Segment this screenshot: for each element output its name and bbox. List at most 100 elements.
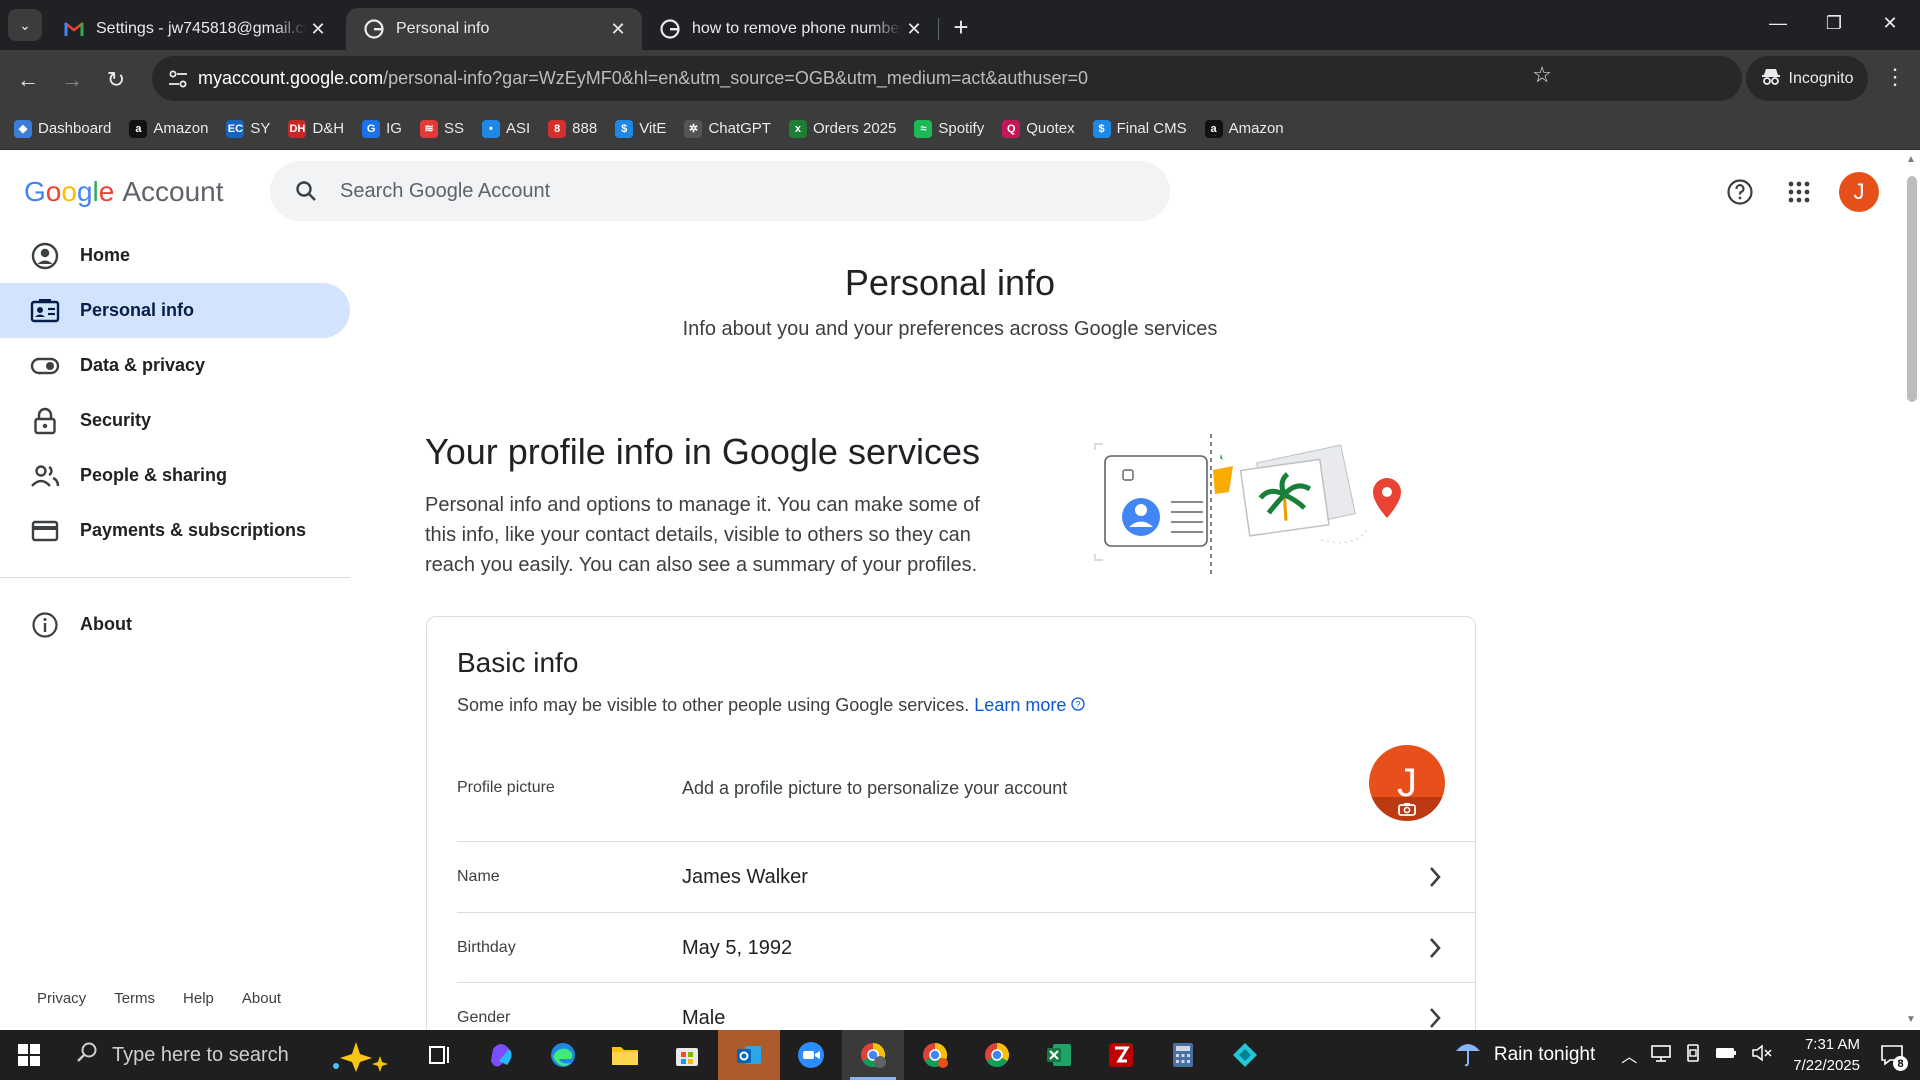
bookmark-favicon-icon: ≋	[419, 119, 438, 138]
birthday-row[interactable]: Birthday May 5, 1992	[457, 913, 1475, 983]
help-circle-icon: ?	[1071, 695, 1086, 715]
app-diamond-icon[interactable]	[1214, 1030, 1276, 1080]
nav-item-payments[interactable]: Payments & subscriptions	[0, 503, 350, 558]
bookmark-favicon-icon: •	[481, 119, 500, 138]
basic-info-title: Basic info	[457, 647, 579, 678]
nav-label: About	[80, 614, 132, 634]
bookmark-star-icon[interactable]: ☆	[1532, 62, 1552, 88]
chevron-up-icon[interactable]: ︿	[1621, 1043, 1637, 1067]
minimize-icon[interactable]: —	[1750, 0, 1806, 46]
tab-gmail-settings[interactable]: Settings - jw745818@gmail.com ✕	[46, 8, 342, 50]
bookmark-item[interactable]: a Amazon	[1204, 119, 1284, 138]
bookmark-item[interactable]: $ Final CMS	[1092, 119, 1187, 138]
window-close-icon[interactable]: ✕	[1862, 0, 1918, 46]
name-row[interactable]: Name James Walker	[457, 842, 1475, 912]
scrollbar-thumb[interactable]	[1907, 176, 1917, 402]
address-bar[interactable]: myaccount.google.com/personal-info?gar=W…	[152, 56, 1742, 101]
apps-grid-icon[interactable]	[1783, 176, 1815, 208]
network-icon[interactable]	[1651, 1044, 1672, 1066]
bookmark-label: Spotify	[938, 120, 985, 137]
reload-icon[interactable]: ↻	[100, 64, 132, 96]
bookmark-item[interactable]: • ASI	[481, 119, 530, 138]
close-tab-icon[interactable]: ✕	[606, 17, 630, 41]
taskbar-search[interactable]: Type here to search	[58, 1030, 408, 1080]
incognito-button[interactable]: Incognito	[1746, 56, 1868, 101]
learn-more-link[interactable]: Learn more ?	[974, 695, 1086, 715]
edge-browser-icon[interactable]	[532, 1030, 594, 1080]
nav-item-personal-info[interactable]: Personal info	[0, 283, 350, 338]
volume-muted-icon[interactable]	[1751, 1044, 1773, 1066]
bookmark-favicon-icon: EC	[226, 119, 245, 138]
bookmark-item[interactable]: DH D&H	[288, 119, 345, 138]
weather-widget[interactable]: Rain tonight	[1452, 1037, 1595, 1073]
chrome-profile-icon[interactable]	[904, 1030, 966, 1080]
outlook-icon[interactable]	[718, 1030, 780, 1080]
bookmark-item[interactable]: $ VitE	[615, 119, 666, 138]
chrome-incognito-icon[interactable]	[842, 1030, 904, 1080]
tab-search-chevron-icon[interactable]: ⌄	[8, 9, 42, 41]
nav-item-about[interactable]: About	[0, 597, 350, 652]
restore-icon[interactable]: ❐	[1806, 0, 1862, 46]
close-tab-icon[interactable]: ✕	[902, 17, 926, 41]
people-icon	[30, 461, 60, 491]
system-tray: Rain tonight ︿ 7:31 AM 7/22/2025 8	[1452, 1030, 1920, 1080]
windows-start-icon[interactable]	[0, 1030, 58, 1080]
help-icon[interactable]	[1724, 176, 1756, 208]
privacy-link[interactable]: Privacy	[37, 990, 86, 1007]
account-avatar[interactable]: J	[1839, 172, 1879, 212]
tab-search-results[interactable]: how to remove phone number f ✕	[642, 8, 938, 50]
bookmark-item[interactable]: EC SY	[226, 119, 270, 138]
device-icon[interactable]	[1685, 1044, 1701, 1066]
nav-item-security[interactable]: Security	[0, 393, 350, 448]
rain-umbrella-icon	[1452, 1037, 1484, 1073]
profile-picture-row[interactable]: Profile picture Add a profile picture to…	[457, 753, 1475, 823]
bookmark-item[interactable]: Q Quotex	[1002, 119, 1075, 138]
google-account-logo[interactable]: Google Account	[24, 176, 224, 208]
nav-item-home[interactable]: Home	[0, 228, 350, 283]
file-explorer-icon[interactable]	[594, 1030, 656, 1080]
browser-menu-icon[interactable]: ⋮	[1880, 64, 1910, 90]
chrome-icon[interactable]	[966, 1030, 1028, 1080]
notification-center-icon[interactable]: 8	[1878, 1041, 1908, 1071]
profile-picture[interactable]: J	[1369, 745, 1445, 821]
bookmark-item[interactable]: ≈ Spotify	[914, 119, 985, 138]
site-settings-icon[interactable]	[158, 70, 198, 88]
bookmark-item[interactable]: ≋ SS	[419, 119, 464, 138]
gender-row[interactable]: Gender Male	[457, 983, 1475, 1030]
row-label: Name	[457, 868, 500, 885]
bookmark-favicon-icon: a	[1204, 119, 1223, 138]
bookmark-item[interactable]: a Amazon	[129, 119, 208, 138]
forward-arrow-icon[interactable]: →	[56, 64, 88, 96]
bookmark-item[interactable]: ✲ ChatGPT	[684, 119, 771, 138]
bookmark-label: D&H	[312, 120, 345, 137]
about-link[interactable]: About	[242, 990, 281, 1007]
task-view-icon[interactable]	[408, 1030, 470, 1080]
page-scrollbar[interactable]: ▲ ▼	[1904, 150, 1920, 1030]
microsoft-store-icon[interactable]	[656, 1030, 718, 1080]
back-arrow-icon[interactable]: ←	[12, 64, 44, 96]
battery-icon[interactable]	[1715, 1046, 1737, 1064]
terms-link[interactable]: Terms	[114, 990, 155, 1007]
new-tab-plus-icon[interactable]: +	[946, 12, 976, 42]
copilot-app-icon[interactable]	[470, 1030, 532, 1080]
bookmark-item[interactable]: x Orders 2025	[788, 119, 896, 138]
bookmark-item[interactable]: 8 888	[548, 119, 597, 138]
scroll-up-icon[interactable]: ▲	[1906, 154, 1916, 165]
excel-icon[interactable]	[1028, 1030, 1090, 1080]
nav-item-data-privacy[interactable]: Data & privacy	[0, 338, 350, 393]
search-input[interactable]	[340, 179, 1040, 203]
bookmark-item[interactable]: ◆ Dashboard	[14, 119, 111, 138]
help-link[interactable]: Help	[183, 990, 214, 1007]
bookmark-item[interactable]: G IG	[362, 119, 402, 138]
nav-item-people-sharing[interactable]: People & sharing	[0, 448, 350, 503]
account-search-box[interactable]	[270, 161, 1170, 221]
system-clock[interactable]: 7:31 AM 7/22/2025	[1793, 1034, 1860, 1076]
filezilla-icon[interactable]	[1090, 1030, 1152, 1080]
calculator-icon[interactable]	[1152, 1030, 1214, 1080]
nav-label: Home	[80, 245, 131, 265]
zoom-icon[interactable]	[780, 1030, 842, 1080]
close-tab-icon[interactable]: ✕	[306, 17, 330, 41]
scroll-down-icon[interactable]: ▼	[1906, 1014, 1916, 1025]
tab-personal-info[interactable]: Personal info ✕	[346, 8, 642, 50]
search-icon[interactable]	[290, 179, 322, 203]
